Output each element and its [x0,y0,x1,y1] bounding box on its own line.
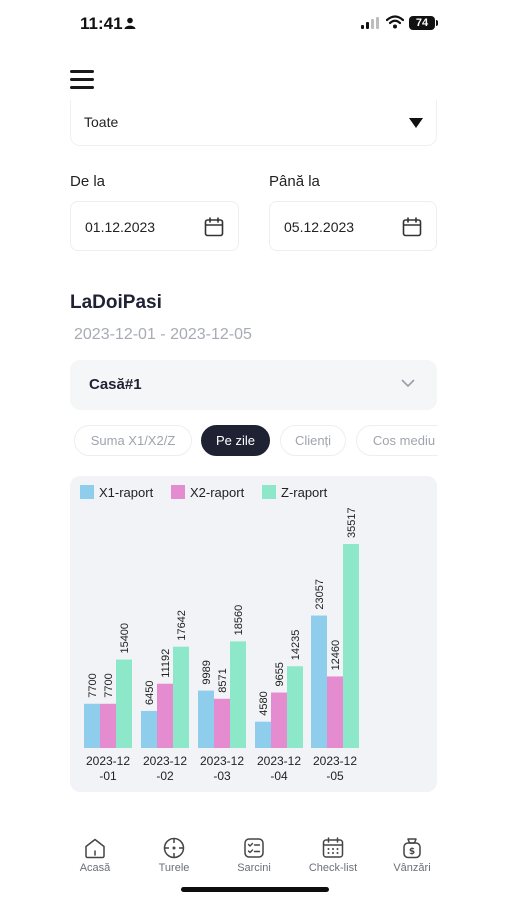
data-label: 35517 [346,507,358,538]
filter-select[interactable]: Toate [70,100,437,146]
date-from-value: 01.12.2023 [85,219,156,235]
tasks-icon [244,838,264,858]
hamburger-line [70,70,94,73]
chart-bar [287,666,303,748]
chart-bar [157,683,173,748]
chart-bar [343,544,359,748]
status-bar: 11:41 74 [0,0,507,50]
hamburger-line [70,86,94,89]
data-label: 23057 [314,579,326,610]
chart-bar [230,641,246,748]
date-from-label: De la [70,173,106,190]
filter-select-value: Toate [84,114,119,130]
calendar-icon[interactable] [204,217,224,237]
legend-swatch [80,485,94,499]
data-label: 9989 [201,660,213,684]
x-tick-label: -05 [326,769,344,783]
nav-label: Vânzări [393,862,431,874]
x-tick-label: -01 [99,769,117,783]
x-tick-label: 2023-12 [200,754,244,768]
chart-bar [311,615,327,748]
data-label: 7700 [87,673,99,697]
wifi-icon [386,15,404,29]
x-tick-label: -02 [156,769,174,783]
caret-down-icon [409,118,423,128]
date-to-field[interactable]: 05.12.2023 [269,201,437,251]
data-label: 15400 [119,623,131,654]
nav-label: Acasă [79,862,111,874]
chart-bar [100,703,116,748]
data-label: 14235 [290,630,302,661]
x-tick-label: 2023-12 [257,754,301,768]
home-indicator [181,887,329,892]
date-to-label: Până la [269,173,320,190]
menu-button[interactable] [70,70,94,90]
data-label: 8571 [217,668,229,692]
chart-bar [84,703,100,748]
legend-swatch [171,485,185,499]
data-label: 18560 [233,605,245,636]
person-icon [124,17,136,29]
nav-sarcini[interactable]: Sarcini [219,836,289,874]
legend-label: X1-raport [99,485,154,500]
chart-card: X1-raport X2-raport Z-raport 7700 7700 15400 2… [70,476,437,792]
company-name: LaDoiPasi [70,292,162,313]
nav-label: Check-list [308,862,358,874]
nav-vanzari[interactable]: $ Vânzări [377,836,447,874]
hamburger-line [70,78,94,81]
chart-bar [214,698,230,748]
tab-cos-mediu[interactable]: Cos mediu [356,425,438,456]
legend-swatch [262,485,276,499]
bar-chart: X1-raport X2-raport Z-raport 7700 7700 15400 2… [80,485,359,783]
date-from-field[interactable]: 01.12.2023 [70,201,239,251]
calendar-icon [322,837,344,858]
data-label: 17642 [176,610,188,641]
data-label: 9655 [274,662,286,686]
x-tick-label: 2023-12 [143,754,187,768]
x-tick-label: 2023-12 [86,754,130,768]
chart-bar [327,676,343,748]
nav-turele[interactable]: Turele [139,836,209,874]
nav-acasa[interactable]: Acasă [60,836,130,874]
legend-label: X2-raport [190,485,245,500]
status-time: 11:41 [80,14,123,33]
data-label: 4580 [258,691,270,715]
battery-indicator: 74 [409,16,435,30]
x-tick-label: -03 [213,769,231,783]
register-label: Casă#1 [89,376,142,393]
register-select[interactable]: Casă#1 [70,360,437,410]
calendar-icon[interactable] [402,217,422,237]
report-date-range: 2023-12-01 - 2023-12-05 [74,326,252,343]
x-tick-label: 2023-12 [313,754,357,768]
home-icon [85,838,105,859]
report-tabs: Suma X1/X2/Z Pe zile Clienți Cos mediu [74,425,438,457]
x-tick-label: -04 [270,769,288,783]
chart-bar [173,646,189,748]
data-label: 6450 [144,680,156,704]
money-bag-icon: $ [403,838,421,859]
nav-label: Turele [158,862,190,874]
chart-bar [271,692,287,748]
nav-check-list[interactable]: Check-list [298,836,368,874]
signal-icon [361,17,379,29]
tab-suma[interactable]: Suma X1/X2/Z [74,425,192,456]
svg-text:$: $ [409,847,415,857]
chart-bar [141,710,157,748]
chart-bar [198,690,214,748]
date-to-value: 05.12.2023 [284,219,355,235]
data-label: 7700 [103,673,115,697]
tab-pe-zile[interactable]: Pe zile [201,425,270,456]
tab-clienti[interactable]: Clienți [280,425,346,456]
data-label: 11192 [160,649,172,678]
nav-label: Sarcini [237,862,271,874]
data-label: 12460 [330,640,342,671]
chart-bar [116,659,132,748]
chart-bar [255,721,271,748]
legend-label: Z-raport [281,485,328,500]
battery-tip [436,20,438,26]
crosshair-icon [163,837,185,859]
chevron-down-icon [401,379,415,387]
